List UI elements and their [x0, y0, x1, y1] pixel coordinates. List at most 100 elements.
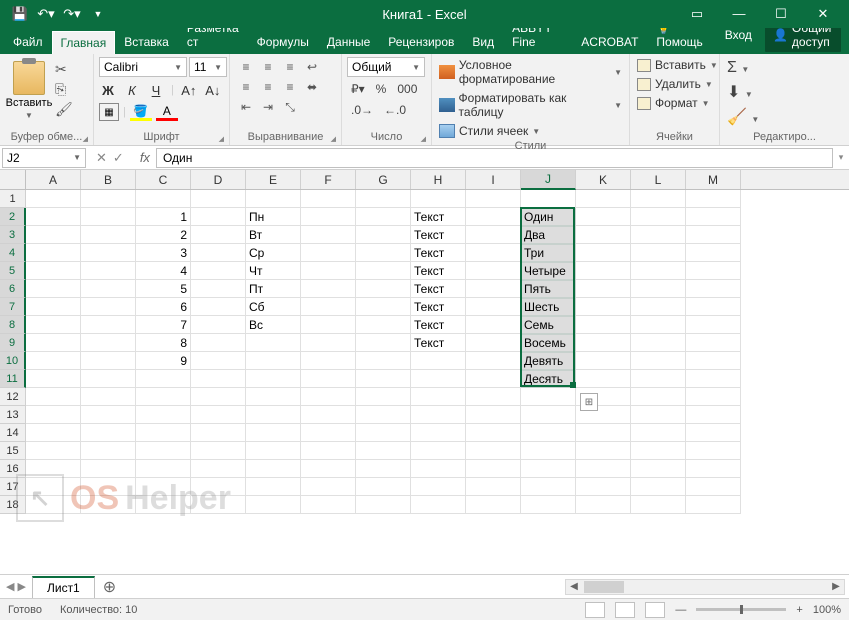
tab-review[interactable]: Рецензиров — [379, 30, 463, 54]
cell-A18[interactable] — [26, 496, 81, 514]
cell-G9[interactable] — [356, 334, 411, 352]
cell-H16[interactable] — [411, 460, 466, 478]
cell-L8[interactable] — [631, 316, 686, 334]
column-header-f[interactable]: F — [301, 170, 356, 189]
cell-M13[interactable] — [686, 406, 741, 424]
cell-I3[interactable] — [466, 226, 521, 244]
align-top-icon[interactable]: ≡ — [237, 59, 255, 75]
cell-E11[interactable] — [246, 370, 301, 388]
orientation-icon[interactable]: ⤡ — [281, 99, 299, 115]
cell-M12[interactable] — [686, 388, 741, 406]
view-normal-icon[interactable] — [585, 602, 605, 618]
cell-D18[interactable] — [191, 496, 246, 514]
align-center-icon[interactable]: ≡ — [259, 79, 277, 95]
cut-icon[interactable]: ✂ — [55, 61, 73, 78]
tab-file[interactable]: Файл — [0, 30, 52, 54]
cell-F7[interactable] — [301, 298, 356, 316]
column-header-m[interactable]: M — [686, 170, 741, 189]
cell-J10[interactable]: Девять — [521, 352, 576, 370]
cell-D13[interactable] — [191, 406, 246, 424]
redo-icon[interactable]: ↷▾ — [60, 2, 84, 26]
spreadsheet-grid[interactable]: ABCDEFGHIJKLM 121ПнТекстОдин32ВтТекстДва… — [0, 170, 849, 574]
column-header-e[interactable]: E — [246, 170, 301, 189]
cell-A4[interactable] — [26, 244, 81, 262]
cell-G4[interactable] — [356, 244, 411, 262]
align-bottom-icon[interactable]: ≡ — [281, 59, 299, 75]
cell-L11[interactable] — [631, 370, 686, 388]
cell-L12[interactable] — [631, 388, 686, 406]
cell-H12[interactable] — [411, 388, 466, 406]
cell-C14[interactable] — [136, 424, 191, 442]
cell-C13[interactable] — [136, 406, 191, 424]
cell-K17[interactable] — [576, 478, 631, 496]
cell-A8[interactable] — [26, 316, 81, 334]
formula-bar-expand-icon[interactable]: ▾ — [833, 152, 849, 163]
clear-button[interactable]: 🧹 ▼ — [727, 107, 759, 127]
cell-B13[interactable] — [81, 406, 136, 424]
cell-A11[interactable] — [26, 370, 81, 388]
cell-F13[interactable] — [301, 406, 356, 424]
cell-M15[interactable] — [686, 442, 741, 460]
cell-A1[interactable] — [26, 190, 81, 208]
column-header-b[interactable]: B — [81, 170, 136, 189]
cell-C9[interactable]: 8 — [136, 334, 191, 352]
cell-J8[interactable]: Семь — [521, 316, 576, 334]
add-sheet-button[interactable]: ⊕ — [95, 575, 124, 599]
cell-M14[interactable] — [686, 424, 741, 442]
cell-K3[interactable] — [576, 226, 631, 244]
row-header-7[interactable]: 7 — [0, 298, 26, 316]
comma-button[interactable]: 000 — [393, 80, 421, 98]
ribbon-options-icon[interactable]: ▭ — [683, 6, 711, 22]
cell-H15[interactable] — [411, 442, 466, 460]
cell-G16[interactable] — [356, 460, 411, 478]
cell-G18[interactable] — [356, 496, 411, 514]
cell-K2[interactable] — [576, 208, 631, 226]
cell-J6[interactable]: Пять — [521, 280, 576, 298]
cell-D15[interactable] — [191, 442, 246, 460]
cell-B17[interactable] — [81, 478, 136, 496]
column-header-a[interactable]: A — [26, 170, 81, 189]
cell-I17[interactable] — [466, 478, 521, 496]
cell-J17[interactable] — [521, 478, 576, 496]
column-header-d[interactable]: D — [191, 170, 246, 189]
scroll-thumb[interactable] — [584, 581, 624, 593]
row-header-1[interactable]: 1 — [0, 190, 26, 208]
name-box[interactable]: J2▼ — [2, 148, 86, 168]
row-header-15[interactable]: 15 — [0, 442, 26, 460]
cell-I15[interactable] — [466, 442, 521, 460]
cell-A16[interactable] — [26, 460, 81, 478]
cell-K5[interactable] — [576, 262, 631, 280]
cell-E10[interactable] — [246, 352, 301, 370]
cell-A10[interactable] — [26, 352, 81, 370]
cell-F10[interactable] — [301, 352, 356, 370]
conditional-format-button[interactable]: Условное форматирование ▼ — [437, 57, 624, 87]
cell-D5[interactable] — [191, 262, 246, 280]
cell-H18[interactable] — [411, 496, 466, 514]
cell-G15[interactable] — [356, 442, 411, 460]
column-header-k[interactable]: K — [576, 170, 631, 189]
cell-L6[interactable] — [631, 280, 686, 298]
row-header-18[interactable]: 18 — [0, 496, 26, 514]
cell-B9[interactable] — [81, 334, 136, 352]
cell-E9[interactable] — [246, 334, 301, 352]
tab-acrobat[interactable]: ACROBAT — [572, 30, 647, 54]
align-middle-icon[interactable]: ≡ — [259, 59, 277, 75]
qat-dropdown-icon[interactable]: ▼ — [86, 2, 110, 26]
cell-L14[interactable] — [631, 424, 686, 442]
row-header-9[interactable]: 9 — [0, 334, 26, 352]
cell-G10[interactable] — [356, 352, 411, 370]
autosum-button[interactable]: Σ ▼ — [727, 59, 759, 77]
row-header-12[interactable]: 12 — [0, 388, 26, 406]
cell-G13[interactable] — [356, 406, 411, 424]
close-icon[interactable]: ✕ — [809, 6, 837, 22]
cell-J13[interactable] — [521, 406, 576, 424]
font-shrink-button[interactable]: A↓ — [204, 81, 222, 99]
indent-decrease-icon[interactable]: ⇤ — [237, 99, 255, 115]
align-left-icon[interactable]: ≡ — [237, 79, 255, 95]
cell-E15[interactable] — [246, 442, 301, 460]
cell-B4[interactable] — [81, 244, 136, 262]
sheet-tab-active[interactable]: Лист1 — [32, 576, 95, 598]
cell-E1[interactable] — [246, 190, 301, 208]
tab-home[interactable]: Главная — [52, 31, 116, 54]
cell-H2[interactable]: Текст — [411, 208, 466, 226]
